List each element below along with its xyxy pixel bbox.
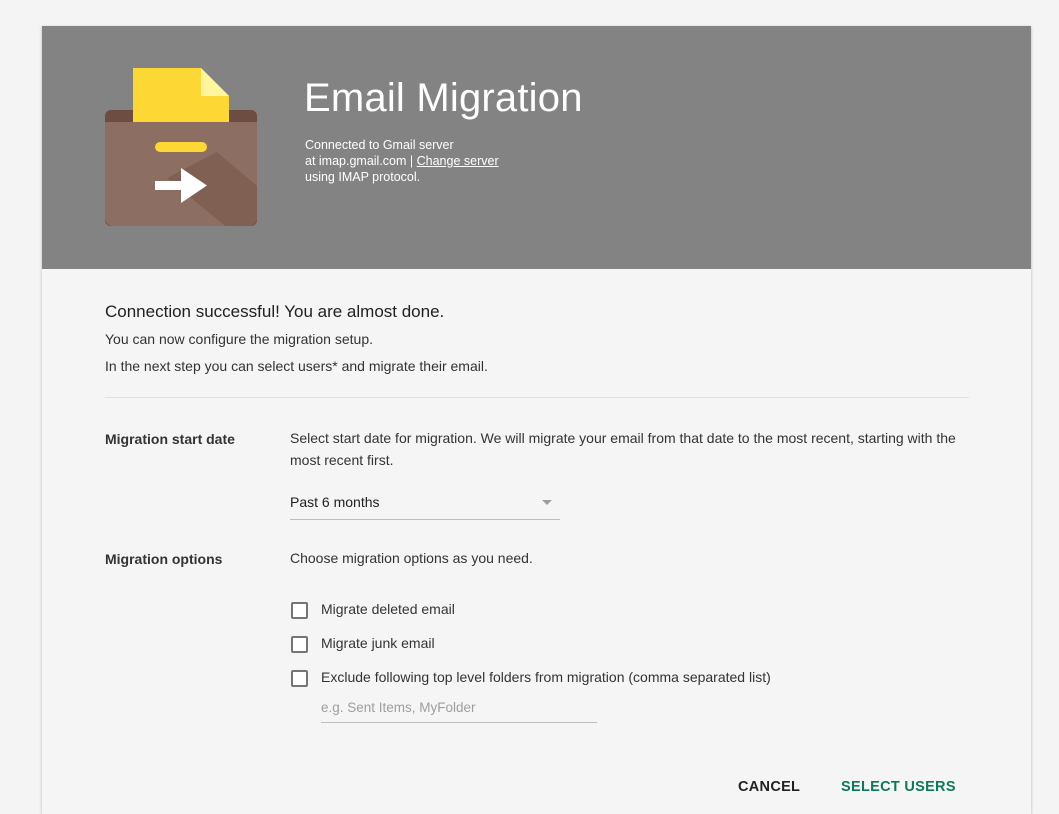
section-divider <box>105 397 969 398</box>
success-headline: Connection successful! You are almost do… <box>105 302 445 321</box>
cancel-button[interactable]: CANCEL <box>730 773 808 801</box>
change-server-link[interactable]: Change server <box>417 154 499 168</box>
migrate-junk-checkbox[interactable] <box>291 636 308 653</box>
start-date-value: Past 6 months <box>290 494 380 510</box>
migrate-deleted-label: Migrate deleted email <box>321 601 455 617</box>
start-date-label: Migration start date <box>105 431 235 447</box>
page-title: Email Migration <box>304 76 583 120</box>
migration-dialog: Email Migration Connected to Gmail serve… <box>42 26 1031 814</box>
options-label: Migration options <box>105 551 223 567</box>
server-info: Connected to Gmail server at imap.gmail.… <box>305 137 499 185</box>
start-date-description: Select start date for migration. We will… <box>290 430 956 468</box>
server-line-1: Connected to Gmail server <box>305 138 454 152</box>
exclude-folders-checkbox[interactable] <box>291 670 308 687</box>
migrate-junk-label: Migrate junk email <box>321 635 435 651</box>
server-line-3: using IMAP protocol. <box>305 170 421 184</box>
options-description: Choose migration options as you need. <box>290 550 533 566</box>
migrate-deleted-checkbox[interactable] <box>291 602 308 619</box>
triangle-down-icon <box>542 500 552 505</box>
dialog-header: Email Migration Connected to Gmail serve… <box>42 26 1031 269</box>
server-host: at imap.gmail.com | <box>305 154 417 168</box>
start-date-select[interactable]: Past 6 months <box>290 488 560 520</box>
exclude-folders-input[interactable] <box>321 693 597 723</box>
server-line-2: at imap.gmail.com | Change server <box>305 153 499 169</box>
exclude-folders-label: Exclude following top level folders from… <box>321 669 771 685</box>
select-users-button[interactable]: SELECT USERS <box>833 773 964 801</box>
migration-logo-icon <box>105 68 257 226</box>
status-line-2: In the next step you can select users* a… <box>105 358 488 374</box>
status-line-1: You can now configure the migration setu… <box>105 331 373 347</box>
